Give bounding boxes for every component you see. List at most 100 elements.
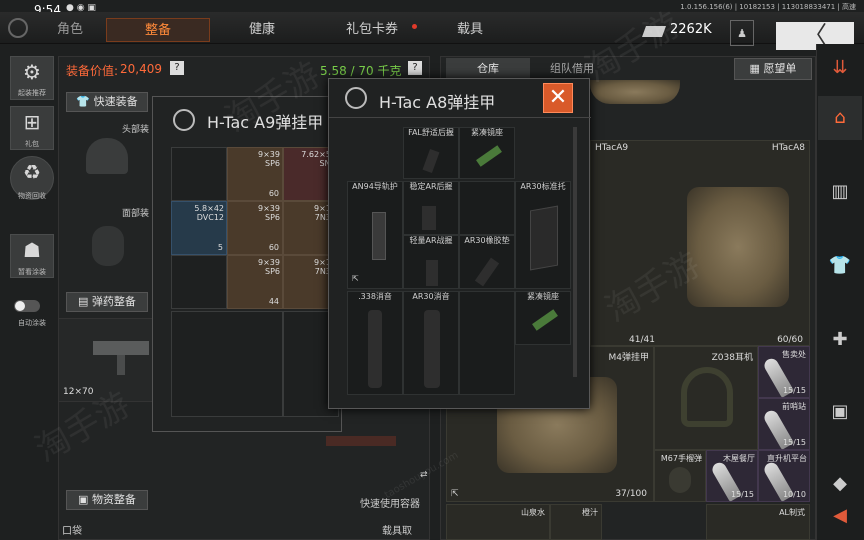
tab-vehicle[interactable]: 载具 [430,18,510,42]
grip-icon [426,260,438,286]
magazine-icon[interactable]: ▥ [818,170,862,214]
item-name: HTacA9 [595,143,629,153]
mount-icon [532,309,558,331]
toggle-knob [15,301,25,311]
sidebar-label: 暂看涂装 [18,268,46,276]
ammo-loadout-button[interactable]: ▤ 弹药整备 [66,292,148,312]
vest-image [687,187,789,307]
gun-icon: ⚙ [23,60,41,84]
list-item[interactable]: 橙汁 [550,504,602,540]
list-item[interactable]: HTacA9 HTacA8 41/41 60/60 [590,140,810,346]
list-item[interactable]: 山泉水 [446,504,550,540]
attachment-slot[interactable]: AR30橡胶垫 [459,235,515,289]
empty-slot[interactable] [171,255,227,309]
mask-silhouette [92,226,124,266]
item-name: M67手榴弹 [660,454,702,463]
wishlist-button[interactable]: ▦ 愿望单 [734,58,812,80]
attachment-slot[interactable] [459,291,515,395]
list-item[interactable]: Z038耳机 [654,346,758,450]
collapse-icon[interactable]: ◀ [818,494,862,538]
notification-dot [412,24,417,29]
scrollbar[interactable] [573,127,577,377]
slot-name: 轻量AR战握 [409,236,453,245]
weight-value: 5.58 / 70 千克 [320,64,402,78]
attachment-slot[interactable]: 紧凑镜座 [459,127,515,179]
list-item[interactable]: AL制式 [706,504,810,540]
empty-slot[interactable] [171,147,227,201]
tab-warehouse[interactable]: 仓库 [446,58,530,80]
attachment-slot[interactable]: 紧凑镜座 [515,291,571,345]
attachment-slot[interactable]: AN94导轨护 ⇱ [347,181,403,289]
cash-icon [641,26,667,37]
expand-icon: ⇱ [352,274,359,283]
auto-skin-toggle[interactable] [14,300,40,312]
ammo-slot[interactable]: 5.8×42 DVC12 5 [171,201,227,255]
shirt-icon[interactable]: 👕 [818,244,862,288]
head-slot-label: 头部装 [122,125,150,135]
avatar[interactable]: ♟ [730,20,754,46]
item-count: 15/15 [782,386,806,395]
attachment-slot[interactable] [459,181,515,235]
shirt-icon: 👕 [76,95,94,108]
ammo-slot[interactable]: 9×39 SP6 60 [227,201,283,255]
item-name: M4弹挂甲 [608,353,650,363]
swap-icon[interactable]: ⇄ [420,470,428,480]
help-icon[interactable]: ? [170,61,184,75]
attachment-slot[interactable]: AR30标准托 [515,181,571,289]
ammo-name: 9×39 SP6 [258,150,280,168]
item-count: 10/10 [782,490,806,499]
attachment-slot[interactable]: FAL舒适后握 [403,127,459,179]
tab-character[interactable]: 角色 [40,18,100,42]
divider [329,117,591,118]
ammo-slot[interactable]: 9×39 SP6 44 [227,255,283,309]
quick-equip-button[interactable]: 👕 快速装备 [66,92,148,112]
close-button[interactable]: ✕ [543,83,573,113]
currency-amount: 2262K [670,22,712,37]
close-icon: ✕ [548,85,568,110]
top-nav: 角色 整备 健康 礼包卡券 载具 2262K ♟ 〈 [0,12,864,50]
sort-icon[interactable]: ⇊ [818,46,862,90]
ammo-icon: ▤ [78,295,92,308]
list-item[interactable]: 木屋餐厅 15/15 [706,450,758,502]
list-item[interactable]: 直升机平台 10/10 [758,450,810,502]
list-item[interactable]: 售卖处 15/15 [758,346,810,398]
tab-loadout[interactable]: 整备 [106,18,210,42]
grenade-icon [669,467,691,493]
list-item[interactable]: M67手榴弹 [654,450,706,502]
ammo-name: 9×39 SP6 [258,204,280,222]
weapon-slot[interactable]: 12×70 [58,318,154,402]
ammo-name: 5.8×42 DVC12 [194,204,224,222]
wishlist-label: 愿望单 [763,62,797,75]
list-item[interactable]: 前哨站 15/15 [758,398,810,450]
ammo-name: 9×39 SP6 [258,258,280,276]
loadout-value: 20,409 [120,62,162,76]
item-count: 15/15 [782,438,806,447]
home-icon[interactable]: ⌂ [818,96,862,140]
supplies-loadout-button[interactable]: ▣ 物资整备 [66,490,148,510]
help-icon[interactable]: ? [408,61,422,75]
slot-name: 紧凑镜座 [471,128,503,137]
attachment-slot[interactable]: 轻量AR战握 [403,235,459,289]
loadout-value-label: 装备价值: [66,64,119,78]
attachment-slot[interactable]: AR30消音 [403,291,459,395]
ammo-slot[interactable]: 9×39 SP6 60 [227,147,283,201]
tab-giftcards[interactable]: 礼包卡券 [322,18,422,42]
medkit-icon[interactable]: ✚ [818,318,862,362]
ammo-count: 60 [268,243,279,252]
attachment-slot[interactable]: 稳定AR后握 [403,181,459,235]
shield-icon [8,18,28,38]
popup-title: H-Tac A8弹挂甲 [379,93,496,112]
tab-health[interactable]: 健康 [220,18,304,42]
attachment-slot[interactable]: .338消音 [347,291,403,395]
quick-container-label: 快速使用容器 [360,499,420,510]
slot-name: .338消音 [358,292,392,301]
suppressor-icon [368,310,382,388]
vest-image [590,80,680,104]
slot-name: AR30标准托 [520,182,566,191]
a9-vest-popup: H-Tac A9弹挂甲 9×39 SP6 60 7.62×54 SNB 5.8×… [152,96,342,432]
backpack-icon[interactable]: ▣ [818,390,862,434]
empty-slot[interactable] [171,311,283,417]
tab-team-borrow[interactable]: 组队借用 [530,58,614,80]
rail-icon [372,212,386,260]
item-count: 37/100 [615,489,647,499]
